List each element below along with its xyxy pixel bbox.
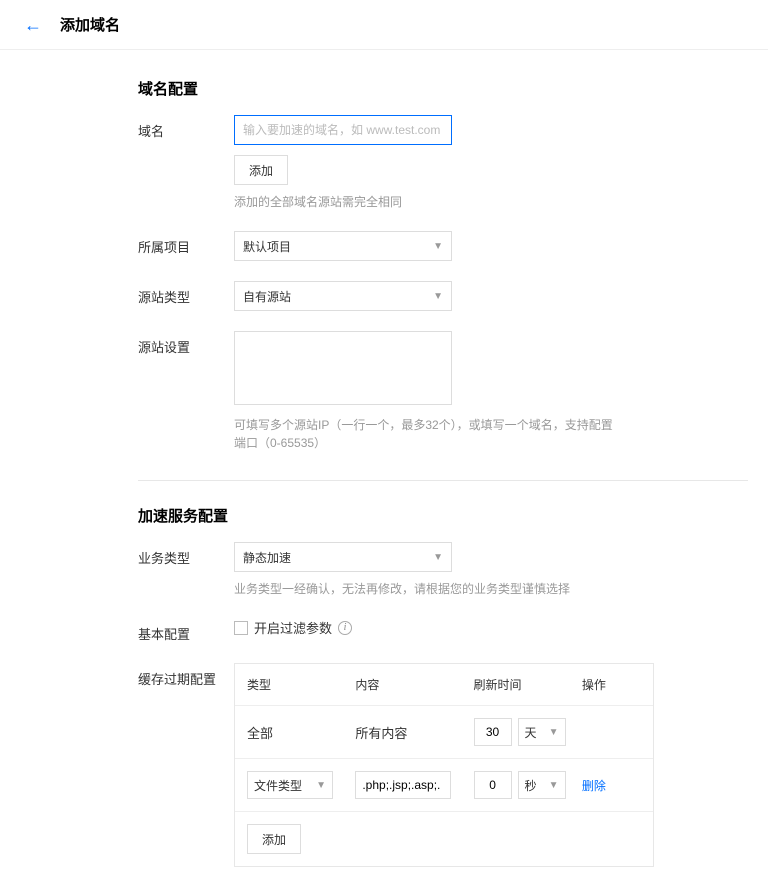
origin-type-select[interactable]: 自有源站 ▼ <box>234 281 452 311</box>
section-accel-title: 加速服务配置 <box>138 505 768 526</box>
row-cache-config: 缓存过期配置 类型 内容 刷新时间 操作 全部 所有内容 天 <box>138 663 768 867</box>
cache-row-type-select[interactable]: 文件类型 ▼ <box>247 771 333 799</box>
row-origin-type: 源站类型 自有源站 ▼ <box>138 281 768 311</box>
biz-type-value: 静态加速 <box>243 549 291 566</box>
label-project: 所属项目 <box>138 231 234 256</box>
biz-type-select[interactable]: 静态加速 ▼ <box>234 542 452 572</box>
cache-row: 全部 所有内容 天 ▼ <box>235 706 653 759</box>
chevron-down-icon: ▼ <box>433 241 443 252</box>
back-arrow-icon[interactable]: ← <box>24 16 42 34</box>
cache-row-type: 全部 <box>247 723 355 742</box>
cache-row-refresh-value[interactable] <box>474 718 512 746</box>
cache-row-refresh-unit-select[interactable]: 秒 ▼ <box>518 771 566 799</box>
origin-type-value: 自有源站 <box>243 288 291 305</box>
cache-row-refresh-unit-select[interactable]: 天 ▼ <box>518 718 566 746</box>
chevron-down-icon: ▼ <box>549 727 559 738</box>
row-basic-config: 基本配置 开启过滤参数 i <box>138 618 768 643</box>
domain-helper: 添加的全部域名源站需完全相同 <box>234 193 452 211</box>
biz-type-helper: 业务类型一经确认，无法再修改，请根据您的业务类型谨慎选择 <box>234 580 570 598</box>
cache-row-refresh-unit: 秒 <box>525 777 537 794</box>
page-header: ← 添加域名 <box>0 0 768 50</box>
label-biz-type: 业务类型 <box>138 542 234 567</box>
origin-settings-helper: 可填写多个源站IP（一行一个，最多32个），或填写一个域名，支持配置端口（0-6… <box>234 416 614 452</box>
cache-row-content-input[interactable] <box>355 771 451 799</box>
row-origin-settings: 源站设置 可填写多个源站IP（一行一个，最多32个），或填写一个域名，支持配置端… <box>138 331 768 452</box>
project-select-value: 默认项目 <box>243 238 291 255</box>
section-divider <box>138 480 748 481</box>
label-domain: 域名 <box>138 115 234 140</box>
label-basic-config: 基本配置 <box>138 618 234 643</box>
col-header-action: 操作 <box>582 676 641 693</box>
label-origin-type: 源站类型 <box>138 281 234 306</box>
chevron-down-icon: ▼ <box>316 780 326 791</box>
cache-row-type-value: 文件类型 <box>254 777 302 794</box>
add-cache-button[interactable]: 添加 <box>247 824 301 854</box>
chevron-down-icon: ▼ <box>549 780 559 791</box>
origin-settings-textarea[interactable] <box>234 331 452 405</box>
label-cache-config: 缓存过期配置 <box>138 663 234 688</box>
main-content: 域名配置 域名 添加 添加的全部域名源站需完全相同 所属项目 默认项目 ▼ 源站… <box>0 50 768 867</box>
add-domain-button[interactable]: 添加 <box>234 155 288 185</box>
domain-input[interactable] <box>234 115 452 145</box>
cache-row-refresh-value[interactable] <box>474 771 512 799</box>
cache-row-delete-link[interactable]: 删除 <box>582 779 606 793</box>
chevron-down-icon: ▼ <box>433 552 443 563</box>
chevron-down-icon: ▼ <box>433 291 443 302</box>
row-domain: 域名 添加 添加的全部域名源站需完全相同 <box>138 115 768 211</box>
cache-row: 文件类型 ▼ 秒 ▼ 删除 <box>235 759 653 812</box>
col-header-content: 内容 <box>355 676 473 693</box>
label-origin-settings: 源站设置 <box>138 331 234 356</box>
cache-row-refresh-unit: 天 <box>525 724 537 741</box>
col-header-refresh: 刷新时间 <box>474 676 582 693</box>
page-title: 添加域名 <box>60 14 120 35</box>
cache-table-header: 类型 内容 刷新时间 操作 <box>235 664 653 706</box>
row-project: 所属项目 默认项目 ▼ <box>138 231 768 261</box>
row-biz-type: 业务类型 静态加速 ▼ 业务类型一经确认，无法再修改，请根据您的业务类型谨慎选择 <box>138 542 768 598</box>
col-header-type: 类型 <box>247 676 355 693</box>
cache-add-row: 添加 <box>235 812 653 866</box>
filter-params-checkbox[interactable] <box>234 621 248 635</box>
section-domain-title: 域名配置 <box>138 78 768 99</box>
project-select[interactable]: 默认项目 ▼ <box>234 231 452 261</box>
filter-params-label: 开启过滤参数 <box>254 618 332 637</box>
cache-row-content: 所有内容 <box>355 723 473 742</box>
cache-table: 类型 内容 刷新时间 操作 全部 所有内容 天 ▼ <box>234 663 654 867</box>
info-icon[interactable]: i <box>338 621 352 635</box>
